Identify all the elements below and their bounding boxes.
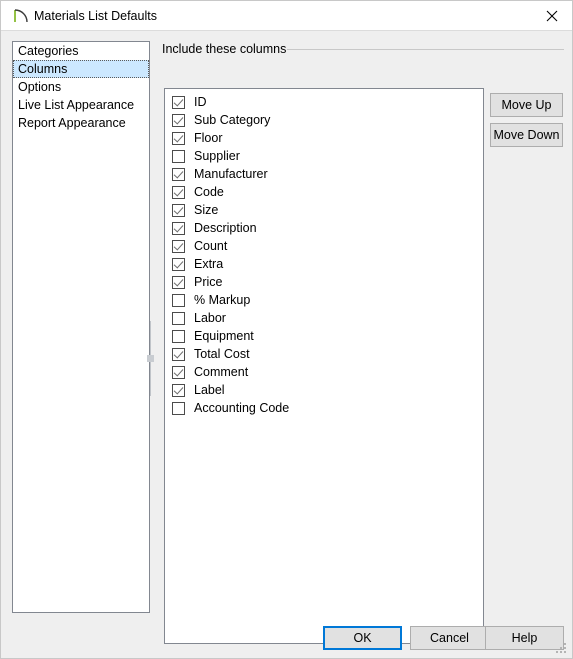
checkbox-unchecked-icon[interactable] — [172, 149, 185, 163]
sidebar-item-categories[interactable]: Categories — [13, 42, 149, 60]
column-label: Manufacturer — [194, 167, 268, 181]
sidebar-item-label: Report Appearance — [18, 116, 126, 130]
help-button[interactable]: Help — [485, 626, 564, 650]
sidebar-item-options[interactable]: Options — [13, 78, 149, 96]
column-row[interactable]: Price — [165, 273, 483, 291]
columns-checkbox-list[interactable]: ID Sub Category Floor Supplier Manufacturer C… — [164, 88, 484, 644]
column-label: Sub Category — [194, 113, 271, 127]
checkbox-checked-icon[interactable] — [172, 383, 185, 397]
sidebar-item-label: Categories — [18, 44, 79, 58]
dialog-body: Categories Columns Options Live List App… — [1, 31, 572, 658]
column-label: Extra — [194, 257, 224, 271]
column-row[interactable]: % Markup — [165, 291, 483, 309]
column-row[interactable]: Floor — [165, 129, 483, 147]
column-row[interactable]: Comment — [165, 363, 483, 381]
column-row[interactable]: Extra — [165, 255, 483, 273]
groupbox-rule — [287, 49, 564, 50]
cancel-button[interactable]: Cancel — [410, 626, 489, 650]
checkbox-checked-icon[interactable] — [172, 239, 185, 253]
column-label: Count — [194, 239, 228, 253]
column-row[interactable]: Label — [165, 381, 483, 399]
checkbox-checked-icon[interactable] — [172, 113, 185, 127]
column-row[interactable]: Description — [165, 219, 483, 237]
checkbox-unchecked-icon[interactable] — [172, 293, 185, 307]
column-row[interactable]: Equipment — [165, 327, 483, 345]
checkbox-unchecked-icon[interactable] — [172, 311, 185, 325]
column-label: Label — [194, 383, 225, 397]
column-label: Price — [194, 275, 223, 289]
column-row[interactable]: Count — [165, 237, 483, 255]
window-title: Materials List Defaults — [34, 9, 157, 23]
vertical-splitter[interactable] — [146, 321, 155, 396]
splitter-grip[interactable] — [147, 355, 154, 362]
column-label: Labor — [194, 311, 226, 325]
checkbox-checked-icon[interactable] — [172, 275, 185, 289]
column-label: Size — [194, 203, 219, 217]
column-row[interactable]: Total Cost — [165, 345, 483, 363]
column-label: Equipment — [194, 329, 254, 343]
chief-architect-arc-icon — [12, 7, 30, 25]
column-row[interactable]: Size — [165, 201, 483, 219]
checkbox-unchecked-icon[interactable] — [172, 401, 185, 415]
close-icon[interactable] — [529, 1, 572, 30]
move-down-button[interactable]: Move Down — [490, 123, 563, 147]
column-label: Floor — [194, 131, 223, 145]
checkbox-unchecked-icon[interactable] — [172, 329, 185, 343]
column-row[interactable]: Labor — [165, 309, 483, 327]
checkbox-checked-icon[interactable] — [172, 347, 185, 361]
column-label: ID — [194, 95, 207, 109]
column-label: Total Cost — [194, 347, 250, 361]
column-row[interactable]: Manufacturer — [165, 165, 483, 183]
sidebar-item-live-list-appearance[interactable]: Live List Appearance — [13, 96, 149, 114]
checkbox-checked-icon[interactable] — [172, 365, 185, 379]
sidebar-item-label: Options — [18, 80, 62, 94]
checkbox-checked-icon[interactable] — [172, 203, 185, 217]
checkbox-checked-icon[interactable] — [172, 95, 185, 109]
categories-list[interactable]: Categories Columns Options Live List App… — [12, 41, 150, 613]
sidebar-item-label: Columns — [18, 62, 68, 76]
column-row[interactable]: Supplier — [165, 147, 483, 165]
column-row[interactable]: Code — [165, 183, 483, 201]
sidebar-item-label: Live List Appearance — [18, 98, 135, 112]
checkbox-checked-icon[interactable] — [172, 221, 185, 235]
sidebar-item-columns[interactable]: Columns — [13, 60, 149, 78]
column-row[interactable]: ID — [165, 93, 483, 111]
sidebar-item-report-appearance[interactable]: Report Appearance — [13, 114, 149, 132]
title-bar: Materials List Defaults — [1, 1, 572, 31]
column-label: Supplier — [194, 149, 240, 163]
groupbox-label: Include these columns — [162, 41, 293, 57]
column-row[interactable]: Sub Category — [165, 111, 483, 129]
column-label: Accounting Code — [194, 401, 290, 415]
materials-list-defaults-dialog: Materials List Defaults Categories Colum… — [0, 0, 573, 659]
column-label: Description — [194, 221, 257, 235]
checkbox-checked-icon[interactable] — [172, 185, 185, 199]
column-label: Comment — [194, 365, 249, 379]
column-row[interactable]: Accounting Code — [165, 399, 483, 417]
checkbox-checked-icon[interactable] — [172, 167, 185, 181]
checkbox-checked-icon[interactable] — [172, 257, 185, 271]
resize-grip[interactable] — [556, 643, 568, 655]
column-label: % Markup — [194, 293, 251, 307]
checkbox-checked-icon[interactable] — [172, 131, 185, 145]
column-label: Code — [194, 185, 224, 199]
ok-button[interactable]: OK — [323, 626, 402, 650]
move-up-button[interactable]: Move Up — [490, 93, 563, 117]
